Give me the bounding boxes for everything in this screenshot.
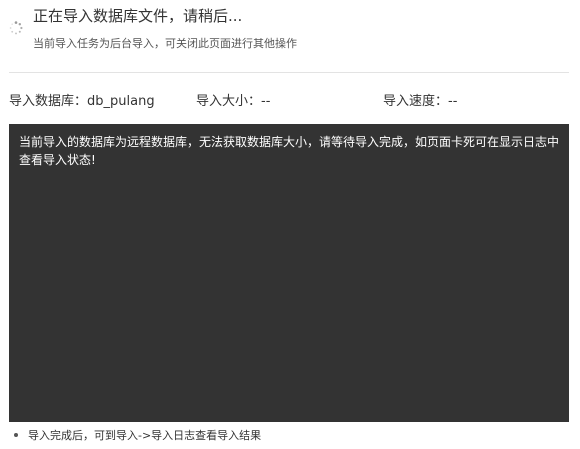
note-text: 导入完成后，可到导入->导入日志查看导入结果 — [28, 429, 262, 442]
import-speed-label: 导入速度：-- — [383, 94, 458, 109]
import-log-message: 当前导入的数据库为远程数据库，无法获取数据库大小，请等待导入完成，如页面卡死可在… — [19, 135, 560, 167]
import-size-label: 导入大小：-- — [196, 94, 271, 109]
header-divider — [9, 72, 569, 73]
import-title: 正在导入数据库文件，请稍后... — [33, 7, 243, 25]
import-database-label: 导入数据库：db_pulang — [9, 94, 155, 109]
bullet-icon — [14, 433, 18, 437]
import-log-panel[interactable]: 当前导入的数据库为远程数据库，无法获取数据库大小，请等待导入完成，如页面卡死可在… — [9, 124, 569, 422]
note-item: 导入完成后，可到导入->导入日志查看导入结果 — [14, 427, 261, 443]
loading-spinner-icon — [9, 21, 23, 35]
import-subtitle: 当前导入任务为后台导入，可关闭此页面进行其他操作 — [33, 37, 297, 50]
import-header: 正在导入数据库文件，请稍后... 当前导入任务为后台导入，可关闭此页面进行其他操… — [0, 0, 580, 72]
import-notes: 导入完成后，可到导入->导入日志查看导入结果 — [14, 427, 261, 443]
